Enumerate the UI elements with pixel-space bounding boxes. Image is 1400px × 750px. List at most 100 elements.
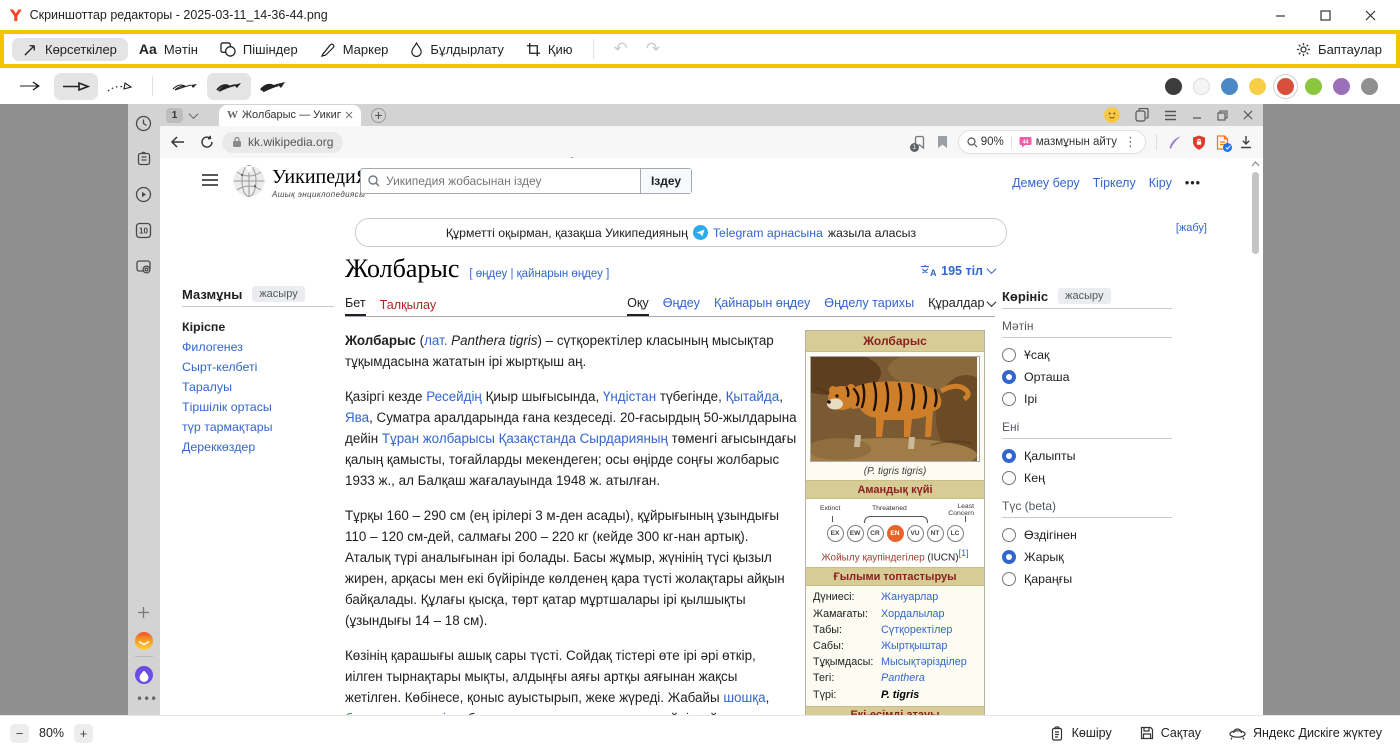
tabs-chevron-icon[interactable] [189, 109, 199, 119]
new-tab-icon[interactable] [371, 108, 386, 123]
toc-item-distribution[interactable]: Таралуы [182, 377, 334, 396]
toc-hide-button[interactable]: жасыру [252, 286, 304, 302]
wikipedia-globe-logo[interactable] [232, 164, 266, 198]
register-link[interactable]: Тіркелу [1093, 176, 1136, 190]
tab-history[interactable]: Өңделу тарихы [824, 296, 914, 316]
radio-text-standard[interactable]: Орташа [1002, 366, 1172, 388]
save-button[interactable]: Сақтау [1140, 726, 1201, 740]
bookmark-icon[interactable] [937, 135, 948, 149]
tab-edit-source[interactable]: Қайнарын өңдеу [714, 296, 810, 316]
reload-icon[interactable] [200, 135, 214, 149]
upload-to-disk-button[interactable]: Яндекс Дискіге жүктеу [1229, 726, 1382, 740]
download-icon[interactable] [1239, 135, 1253, 149]
yandex-mail-icon[interactable] [135, 632, 153, 650]
status-reference[interactable]: [1] [959, 548, 969, 558]
read-aloud-button[interactable]: 44 мазмұнын айту [1019, 136, 1117, 148]
tab-close-icon[interactable] [345, 111, 353, 119]
browser-close-icon[interactable] [1243, 110, 1253, 120]
tab-tools[interactable]: Құралдар [928, 296, 995, 316]
appearance-hide-button[interactable]: жасыру [1058, 288, 1110, 304]
toc-item-references[interactable]: Дереккөздер [182, 437, 334, 456]
tab-counter-badge[interactable]: 1 [166, 108, 183, 123]
annotate-pen-icon[interactable] [1167, 135, 1182, 150]
wiki-menu-icon[interactable] [202, 174, 218, 186]
screenshot-tool-icon[interactable] [135, 258, 152, 275]
tool-blur-button[interactable]: Бұлдырлату [399, 38, 514, 61]
undo-icon[interactable]: ↶ [604, 39, 636, 59]
radio-text-large[interactable]: Ірі [1002, 388, 1172, 410]
toc-item-subspecies[interactable]: түр тармақтары [182, 417, 334, 436]
alice-assistant-icon[interactable] [135, 666, 153, 684]
tool-text-button[interactable]: Aa Мәтін [128, 37, 209, 61]
toc-item-phylogenesis[interactable]: Филогенез [182, 337, 334, 356]
arrow-style-thin-button[interactable] [10, 73, 54, 100]
zoom-indicator[interactable]: 90% [967, 136, 1004, 148]
language-selector[interactable]: A 195 тіл [920, 264, 995, 278]
tool-pointers-button[interactable]: Көрсеткілер [12, 38, 128, 61]
browser-restore-icon[interactable] [1217, 110, 1228, 121]
menu-icon[interactable] [1164, 110, 1177, 121]
color-swatch-black[interactable] [1165, 78, 1182, 95]
arrow-style-thick-button[interactable] [54, 73, 98, 100]
minimize-icon[interactable] [1275, 10, 1286, 21]
settings-button[interactable]: Баптаулар [1296, 42, 1388, 57]
collections-flag-icon[interactable]: 1 [912, 135, 927, 150]
radio-color-dark[interactable]: Қараңғы [1002, 568, 1172, 590]
redo-icon[interactable]: ↷ [637, 39, 669, 59]
tool-marker-button[interactable]: Маркер [309, 38, 400, 61]
title-edit-links[interactable]: [ өңдеу | қайнарын өңдеу ] [469, 268, 609, 280]
wiki-link[interactable]: Ява [345, 410, 369, 425]
wiki-link[interactable]: Ресейдің [426, 389, 482, 404]
radio-width-wide[interactable]: Кең [1002, 467, 1172, 489]
sketch-arrow-thin-button[interactable] [163, 73, 207, 100]
sketch-arrow-medium-button[interactable] [207, 73, 251, 100]
color-swatch-gray[interactable] [1361, 78, 1378, 95]
search-input[interactable] [384, 169, 640, 193]
more-options-icon[interactable]: ••• [1185, 176, 1201, 190]
zoom-in-button[interactable]: + [74, 724, 93, 743]
tiger-image[interactable] [810, 356, 980, 462]
login-link[interactable]: Кіру [1149, 176, 1172, 190]
history-icon[interactable] [135, 115, 152, 132]
add-panel-icon[interactable] [135, 604, 152, 621]
wiki-link[interactable]: Қытайда [726, 389, 780, 404]
arrow-style-dotted-button[interactable] [98, 73, 142, 100]
tab-page[interactable]: Бет [345, 296, 366, 316]
wiki-link[interactable]: лат. [424, 333, 447, 348]
zoom-out-button[interactable]: − [10, 724, 29, 743]
play-icon[interactable] [135, 186, 152, 203]
page-scrollbar[interactable] [1251, 160, 1260, 710]
scrollbar-thumb[interactable] [1252, 172, 1259, 254]
browser-minimize-icon[interactable] [1192, 110, 1202, 120]
profile-avatar[interactable] [1104, 107, 1120, 123]
color-swatch-yellow[interactable] [1249, 78, 1266, 95]
wiki-logotext[interactable]: УикипедиЯ Ашық энциклопедиясы [272, 166, 369, 199]
panels-icon[interactable] [1135, 108, 1149, 122]
tab-edit[interactable]: Өңдеу [663, 296, 700, 316]
telegram-channel-link[interactable]: Telegram арнасына [713, 226, 823, 240]
donate-link[interactable]: Демеу беру [1012, 176, 1080, 190]
color-swatch-white[interactable] [1193, 78, 1210, 95]
sidebar-more-icon[interactable]: ••• [136, 692, 157, 706]
color-swatch-red-selected[interactable] [1277, 78, 1294, 95]
sketch-arrow-thick-button[interactable] [251, 73, 295, 100]
maximize-icon[interactable] [1320, 10, 1331, 21]
protect-shield-icon[interactable] [1192, 135, 1206, 150]
wiki-link[interactable]: Үндістан [603, 389, 656, 404]
wiki-link[interactable]: Тұран жолбарысы Қазақстанда Сырдарияның [382, 431, 668, 446]
url-field[interactable]: kk.wikipedia.org [222, 132, 343, 153]
toc-item-habitat[interactable]: Тіршілік ортасы [182, 397, 334, 416]
banner-close-link[interactable]: [жабу] [1176, 222, 1207, 234]
screenshot-image[interactable]: 10 ••• 1 W Жолбарыс — Уикипед [128, 104, 1263, 715]
back-icon[interactable] [170, 135, 186, 149]
status-link[interactable]: Жойылу қаупіндегілер [821, 552, 924, 563]
tool-crop-button[interactable]: Қию [515, 38, 584, 61]
close-icon[interactable] [1365, 10, 1376, 21]
color-swatch-purple[interactable] [1333, 78, 1350, 95]
tabs-counter-icon[interactable]: 10 [135, 222, 152, 239]
radio-text-small[interactable]: Ұсақ [1002, 344, 1172, 366]
radio-color-light[interactable]: Жарық [1002, 546, 1172, 568]
translate-doc-icon[interactable] [1216, 135, 1229, 150]
wiki-link[interactable]: шошқа [723, 690, 765, 705]
radio-color-auto[interactable]: Өздігінен [1002, 524, 1172, 546]
